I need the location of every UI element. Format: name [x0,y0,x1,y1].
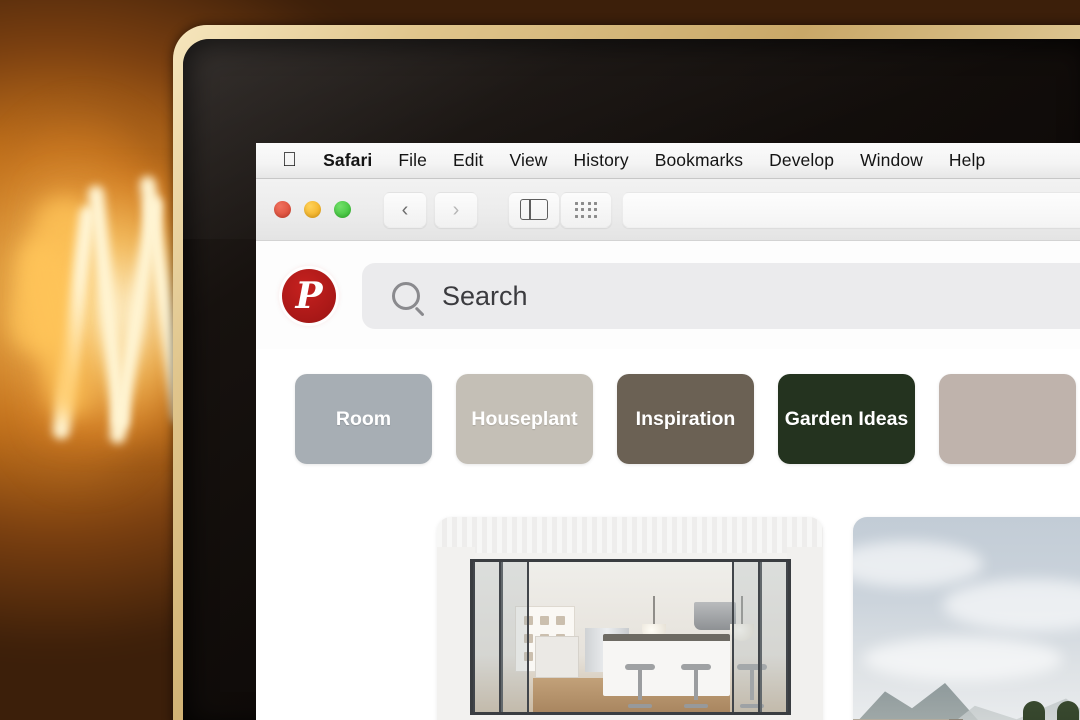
pill-inspiration[interactable]: Inspiration [617,374,754,464]
search-icon [392,282,420,310]
pin-grid [256,464,1080,720]
cloud-1 [853,541,983,587]
category-pill-row: Room Houseplant Inspiration Garden Ideas [256,349,1080,464]
pin-image [853,517,1080,720]
door-panel-4 [758,562,788,712]
ceiling [437,517,823,553]
zoom-window-button[interactable] [334,201,351,218]
search-input[interactable]: Search [362,263,1080,329]
wall-right [787,547,823,720]
menu-item-history[interactable]: History [574,150,629,171]
menu-item-window[interactable]: Window [860,150,923,171]
chevron-left-icon: ‹ [401,198,409,221]
macos-menu-bar:  Safari File Edit View History Bookmark… [256,143,1080,179]
sidebar-toggle-button[interactable] [508,191,560,228]
close-window-button[interactable] [274,201,291,218]
pin-image [437,517,823,720]
sidebar-icon [520,199,548,220]
cypress-tree-1 [1023,701,1045,720]
safari-toolbar: ‹ › [256,179,1080,241]
mountain-sky-pin[interactable] [853,517,1080,720]
cloud-3 [863,637,1063,681]
forward-button[interactable]: › [434,191,478,228]
grid-dots-icon [574,201,598,218]
pinterest-logo-icon[interactable]: P [282,269,336,323]
bar-stool-1 [625,664,655,708]
kitchen-interior-pin[interactable] [437,517,823,720]
chevron-right-icon: › [452,198,460,221]
pill-garden-ideas[interactable]: Garden Ideas [778,374,915,464]
cabinet [535,636,579,678]
pill-label: Houseplant [471,407,578,430]
apple-logo-icon[interactable]:  [282,150,297,170]
menu-item-file[interactable]: File [398,150,427,171]
photo-scene:  Safari File Edit View History Bookmark… [0,0,1080,720]
window-controls [274,201,351,218]
pinterest-page: P Search Room Houseplant Inspiration Gar… [256,241,1080,720]
pill-label: Inspiration [635,407,736,430]
menu-item-safari[interactable]: Safari [323,150,372,171]
cloud-2 [943,579,1080,631]
cypress-tree-2 [1057,701,1079,720]
pill-partial-next[interactable] [939,374,1076,464]
back-button[interactable]: ‹ [383,191,427,228]
search-placeholder: Search [442,280,528,311]
bifold-door-frame [470,559,791,715]
menu-item-edit[interactable]: Edit [453,150,484,171]
pill-label: Garden Ideas [784,407,909,430]
menu-item-bookmarks[interactable]: Bookmarks [655,150,743,171]
laptop-screen:  Safari File Edit View History Bookmark… [256,143,1080,720]
address-bar[interactable] [622,191,1080,228]
pill-label: Room [335,407,392,430]
tab-overview-button[interactable] [560,191,612,228]
door-panel-2 [499,562,529,712]
minimize-window-button[interactable] [304,201,321,218]
pendant-light-1 [642,596,666,641]
menu-item-view[interactable]: View [510,150,548,171]
navigation-buttons: ‹ › [383,191,478,228]
pill-room[interactable]: Room [295,374,432,464]
menu-item-develop[interactable]: Develop [769,150,834,171]
bar-stool-2 [681,664,711,708]
menu-item-help[interactable]: Help [949,150,985,171]
pinterest-header: P Search [256,241,1080,349]
pill-houseplant[interactable]: Houseplant [456,374,593,464]
